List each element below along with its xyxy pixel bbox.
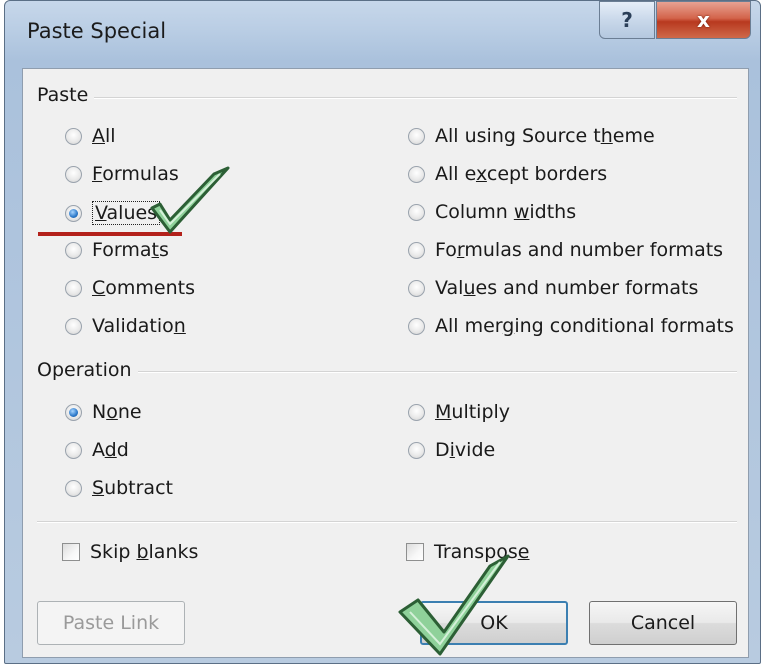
values-annotation-underline: [38, 232, 182, 236]
checkbox-box: [406, 543, 424, 561]
option-label: Transpose: [434, 541, 530, 563]
radio-circle: [65, 479, 82, 497]
button-label: Cancel: [630, 612, 696, 634]
radio-paste-all-source-theme[interactable]: All using Source theme: [408, 125, 655, 147]
radio-operation-divide[interactable]: Divide: [408, 439, 495, 461]
radio-circle: [408, 241, 425, 259]
help-icon: ?: [621, 8, 633, 32]
option-label: Formulas: [92, 163, 179, 185]
radio-circle: [65, 127, 82, 145]
option-label: Add: [92, 439, 129, 461]
option-label: All: [92, 125, 116, 147]
radio-paste-formulas-number-formats[interactable]: Formulas and number formats: [408, 239, 723, 261]
checkbox-box: [62, 543, 80, 561]
radio-circle: [408, 165, 425, 183]
option-label: Subtract: [92, 477, 173, 499]
radio-operation-add[interactable]: Add: [65, 439, 129, 461]
radio-paste-all[interactable]: All: [65, 125, 116, 147]
option-label: Column widths: [435, 201, 577, 223]
option-label: Formulas and number formats: [435, 239, 724, 261]
checkbox-skip-blanks[interactable]: Skip blanks: [62, 541, 198, 563]
radio-circle-selected: [65, 204, 82, 222]
option-label: None: [92, 401, 142, 423]
radio-circle: [408, 403, 425, 421]
radio-operation-subtract[interactable]: Subtract: [65, 477, 173, 499]
paste-link-button[interactable]: Paste Link: [37, 601, 185, 645]
option-label: Multiply: [435, 401, 511, 423]
radio-circle: [65, 241, 82, 259]
option-label: Validation: [92, 315, 186, 337]
operation-group-line: [37, 371, 737, 373]
option-label: Skip blanks: [90, 541, 199, 563]
radio-paste-all-except-borders[interactable]: All except borders: [408, 163, 607, 185]
ok-button[interactable]: OK: [420, 601, 568, 645]
option-label: All merging conditional formats: [435, 315, 734, 337]
radio-operation-multiply[interactable]: Multiply: [408, 401, 510, 423]
option-label: Divide: [435, 439, 496, 461]
radio-circle: [65, 279, 82, 297]
button-label: Paste Link: [62, 612, 160, 634]
radio-circle: [408, 441, 425, 459]
dialog-body: Paste All Formulas Values Formats Commen…: [22, 68, 749, 658]
cancel-button[interactable]: Cancel: [589, 601, 737, 645]
option-label: All except borders: [435, 163, 608, 185]
checkbox-transpose[interactable]: Transpose: [406, 541, 530, 563]
option-label: Values and number formats: [435, 277, 699, 299]
radio-circle: [408, 203, 425, 221]
button-label: OK: [480, 612, 508, 634]
option-label: Values: [92, 201, 161, 225]
radio-paste-values-number-formats[interactable]: Values and number formats: [408, 277, 698, 299]
radio-paste-merging-conditional-formats[interactable]: All merging conditional formats: [408, 315, 734, 337]
option-label: Comments: [92, 277, 196, 299]
radio-paste-comments[interactable]: Comments: [65, 277, 195, 299]
radio-operation-none[interactable]: None: [65, 401, 142, 423]
radio-circle: [65, 317, 82, 335]
dialog-title: Paste Special: [27, 19, 167, 43]
radio-paste-column-widths[interactable]: Column widths: [408, 201, 576, 223]
close-button[interactable]: x: [656, 1, 751, 39]
dialog-window: Paste Special ? x Paste All Formulas Val…: [4, 0, 761, 664]
radio-circle: [65, 165, 82, 183]
option-label: Formats: [92, 239, 169, 261]
radio-circle: [408, 317, 425, 335]
radio-paste-values[interactable]: Values: [65, 201, 161, 225]
paste-group-line: [37, 97, 737, 99]
radio-circle-selected: [65, 403, 82, 421]
help-button[interactable]: ?: [599, 1, 655, 39]
option-label: All using Source theme: [435, 125, 655, 147]
radio-circle: [65, 441, 82, 459]
radio-circle: [408, 127, 425, 145]
operation-group-label: Operation: [37, 359, 138, 381]
radio-circle: [408, 279, 425, 297]
radio-paste-formulas[interactable]: Formulas: [65, 163, 179, 185]
paste-group-label: Paste: [37, 84, 95, 106]
radio-paste-validation[interactable]: Validation: [65, 315, 186, 337]
close-icon: x: [697, 8, 710, 32]
radio-paste-formats[interactable]: Formats: [65, 239, 169, 261]
separator-line: [37, 521, 737, 523]
